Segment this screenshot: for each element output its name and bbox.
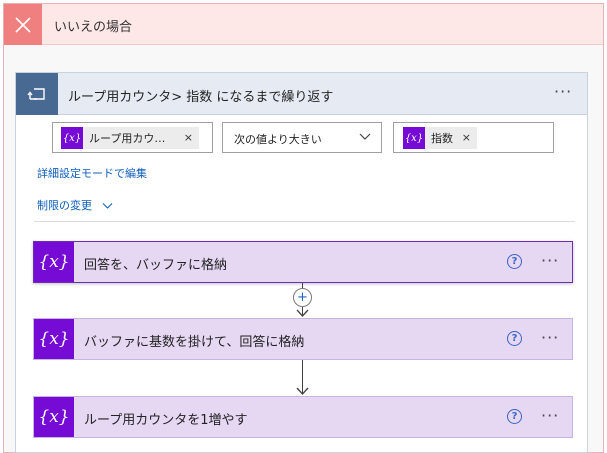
flow-designer-canvas: いいえの場合 ループ用カウンタ> 指数 になるまで繰り返す ··· {x} ルー… — [0, 0, 607, 453]
token-label: 指数 — [431, 132, 453, 145]
dynamic-content-token[interactable]: {x} 指数 × — [403, 127, 477, 149]
condition-right-operand[interactable]: {x} 指数 × — [393, 122, 554, 153]
close-icon[interactable] — [4, 4, 42, 45]
change-limits-label: 制限の変更 — [37, 199, 92, 212]
chevron-down-icon — [359, 130, 371, 145]
action-card-multiply-buffer[interactable]: {x} バッファに基数を掛けて、回答に格納 ? ··· — [33, 318, 573, 360]
divider — [34, 221, 575, 222]
variable-icon: {x} — [61, 127, 83, 149]
variable-icon: {x} — [403, 127, 425, 149]
variable-icon: {x} — [34, 319, 74, 359]
action-title: 回答を、バッファに格納 — [84, 258, 228, 273]
no-branch-header[interactable]: いいえの場合 — [4, 4, 603, 45]
do-until-loop-icon — [16, 73, 58, 115]
action-more-button[interactable]: ··· — [541, 406, 559, 425]
arrow-down-icon — [296, 387, 309, 395]
no-branch-title: いいえの場合 — [54, 20, 133, 35]
insert-step-button[interactable]: + — [293, 288, 312, 307]
help-icon[interactable]: ? — [507, 409, 522, 424]
change-limits-link[interactable]: 制限の変更 — [37, 197, 113, 213]
action-card-store-answer[interactable]: {x} 回答を、バッファに格納 ? ··· — [33, 241, 573, 283]
do-until-more-button[interactable]: ··· — [554, 82, 572, 101]
remove-token-icon[interactable]: × — [462, 131, 471, 144]
action-title: ループ用カウンタを1増やす — [84, 413, 248, 428]
token-label: ループ用カウ… — [89, 132, 166, 145]
help-icon[interactable]: ? — [507, 331, 522, 346]
action-card-increment-counter[interactable]: {x} ループ用カウンタを1増やす ? ··· — [33, 396, 573, 438]
do-until-header[interactable]: ループ用カウンタ> 指数 になるまで繰り返す ··· — [16, 73, 587, 115]
condition-left-operand[interactable]: {x} ループ用カウ… × — [52, 122, 213, 153]
chevron-down-icon — [102, 200, 113, 213]
advanced-mode-link[interactable]: 詳細設定モードで編集 — [37, 165, 147, 181]
do-until-title: ループ用カウンタ> 指数 になるまで繰り返す — [68, 90, 334, 105]
arrow-down-icon — [296, 309, 309, 317]
help-icon[interactable]: ? — [507, 254, 522, 269]
action-title: バッファに基数を掛けて、回答に格納 — [84, 335, 305, 350]
dynamic-content-token[interactable]: {x} ループ用カウ… × — [61, 127, 199, 149]
remove-token-icon[interactable]: × — [184, 131, 193, 144]
condition-operator-select[interactable]: 次の値より大きい — [222, 122, 382, 153]
variable-icon: {x} — [34, 242, 74, 282]
variable-icon: {x} — [34, 397, 74, 437]
action-more-button[interactable]: ··· — [541, 251, 559, 270]
operator-value: 次の値より大きい — [234, 133, 322, 146]
action-more-button[interactable]: ··· — [541, 328, 559, 347]
